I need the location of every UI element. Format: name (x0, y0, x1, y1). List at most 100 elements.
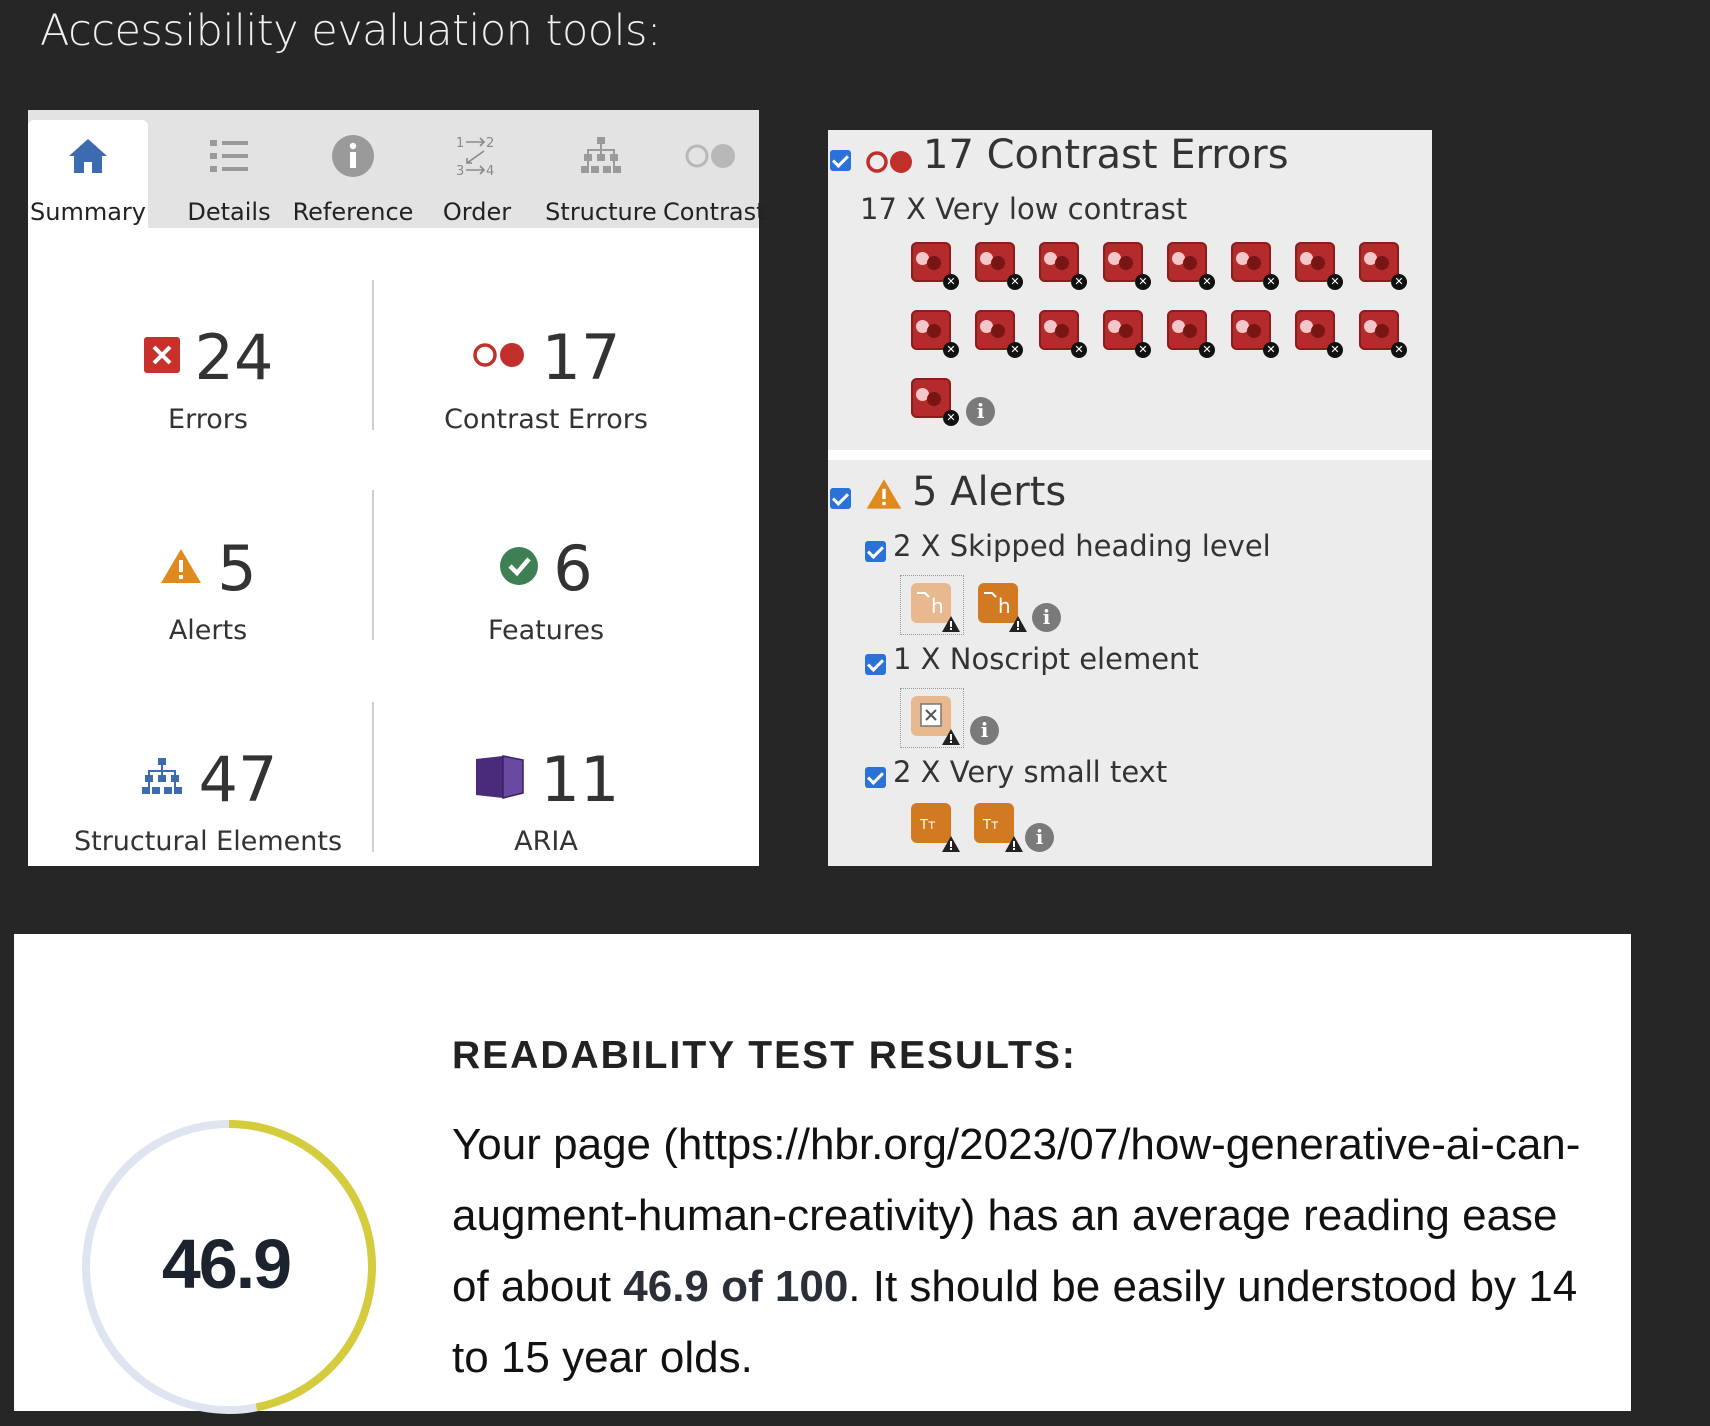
contrast-error-item-icon[interactable]: ✕ (1359, 242, 1407, 290)
contrast-error-item-icon[interactable]: ✕ (1103, 242, 1151, 290)
svg-text:2: 2 (486, 136, 494, 151)
features-label: Features (487, 615, 605, 646)
contrast-errors-count: 17 (541, 320, 621, 394)
structural-elements-count: 47 (198, 742, 278, 816)
svg-text:Tт: Tт (919, 818, 936, 833)
small-text-label: 2 X Very small text (893, 755, 1168, 789)
alert-icon (865, 476, 903, 516)
list-icon (167, 134, 291, 178)
home-icon (28, 134, 148, 178)
svg-text:3: 3 (456, 164, 464, 179)
alert-icon (159, 547, 203, 589)
tab-contrast[interactable]: Contrast (663, 120, 766, 228)
skipped-heading-label: 2 X Skipped heading level (893, 529, 1271, 563)
skipped-heading-icon[interactable]: h (978, 583, 1027, 632)
skipped-heading-icon[interactable]: h (911, 583, 960, 632)
score-bold: 46.9 of 100 (623, 1262, 849, 1311)
contrast-error-icon (472, 340, 528, 374)
tab-details[interactable]: Details (167, 120, 291, 228)
error-icon (143, 336, 181, 378)
score-value: 46.9 (161, 1225, 292, 1303)
contrast-error-item-icon[interactable]: ✕ (1295, 310, 1343, 358)
contrast-error-item-icon[interactable]: ✕ (1103, 310, 1151, 358)
readability-panel: 46.9 READABILITY TEST RESULTS: Your page… (14, 934, 1631, 1414)
structural-elements-stat[interactable]: 47 Structural Elements (58, 742, 358, 858)
svg-text:1: 1 (456, 136, 464, 151)
aria-label: ARIA (514, 826, 578, 857)
structural-elements-label: Structural Elements (73, 826, 343, 857)
order-icon: 1 2 3 4 (415, 134, 539, 179)
tab-label: Details (187, 198, 271, 226)
divider (372, 702, 374, 852)
contrast-error-item-icon[interactable]: ✕ (1231, 242, 1279, 290)
structure-icon (539, 134, 663, 178)
info-icon[interactable]: i (970, 716, 999, 745)
contrast-error-item-icon[interactable]: ✕ (1359, 310, 1407, 358)
small-text-checkbox[interactable] (865, 767, 886, 788)
wave-summary-panel: Summary Details Reference 1 2 3 4 Order Str… (28, 110, 766, 866)
noscript-checkbox[interactable] (865, 654, 886, 675)
contrast-icon (663, 134, 759, 178)
svg-text:Tт: Tт (982, 818, 999, 833)
page-title: Accessibility evaluation tools: (40, 6, 661, 56)
small-text-icon[interactable]: Tт (911, 803, 960, 852)
structure-icon (139, 757, 185, 801)
features-count: 6 (553, 531, 593, 605)
aria-count: 11 (540, 742, 620, 816)
info-icon[interactable]: i (1032, 603, 1061, 632)
alerts-stat[interactable]: 5 Alerts (58, 531, 358, 646)
tab-label: Order (442, 198, 512, 226)
contrast-error-item-icon[interactable]: ✕ (911, 242, 959, 290)
contrast-errors-heading: 17 Contrast Errors (923, 132, 1289, 178)
small-text-icon[interactable]: Tт (974, 803, 1023, 852)
contrast-error-item-icon[interactable]: ✕ (975, 242, 1023, 290)
contrast-error-icon (865, 148, 915, 180)
tab-label: Reference (292, 198, 414, 226)
errors-label: Errors (168, 404, 248, 435)
readability-heading: READABILITY TEST RESULTS: (452, 1034, 1077, 1077)
tab-label: Structure (545, 198, 657, 226)
info-icon[interactable]: i (966, 397, 995, 426)
alerts-heading: 5 Alerts (912, 469, 1067, 515)
alerts-checkbox[interactable] (830, 488, 851, 509)
readability-body: Your page (https://hbr.org/2023/07/how-g… (452, 1109, 1602, 1393)
wave-details-panel: 17 Contrast Errors 17 X Very low contras… (828, 130, 1432, 866)
noscript-icon[interactable] (911, 696, 960, 745)
skipped-heading-checkbox[interactable] (865, 541, 886, 562)
contrast-error-item-icon[interactable]: ✕ (1167, 310, 1215, 358)
contrast-error-item-icon[interactable]: ✕ (911, 378, 959, 426)
tab-order[interactable]: 1 2 3 4 Order (415, 120, 539, 228)
errors-stat[interactable]: 24 Errors (58, 320, 358, 435)
errors-count: 24 (194, 320, 274, 394)
contrast-error-item-icon[interactable]: ✕ (1039, 242, 1087, 290)
feature-check-icon (499, 546, 539, 590)
aria-icon (473, 753, 527, 805)
section-divider (828, 450, 1432, 460)
info-icon (291, 134, 415, 178)
noscript-label: 1 X Noscript element (893, 642, 1199, 676)
tab-structure[interactable]: Structure (539, 120, 663, 228)
contrast-error-item-icon[interactable]: ✕ (1295, 242, 1343, 290)
contrast-errors-stat[interactable]: 17 Contrast Errors (396, 320, 696, 436)
contrast-error-item-icon[interactable]: ✕ (911, 310, 959, 358)
contrast-error-item-icon[interactable]: ✕ (1039, 310, 1087, 358)
alerts-label: Alerts (168, 615, 248, 646)
tab-reference[interactable]: Reference (291, 120, 415, 228)
features-stat[interactable]: 6 Features (396, 531, 696, 647)
contrast-error-item-icon[interactable]: ✕ (975, 310, 1023, 358)
contrast-item-label: 17 X Very low contrast (860, 192, 1188, 226)
aria-stat[interactable]: 11 ARIA (396, 742, 696, 857)
tab-label: Summary (30, 198, 146, 226)
contrast-errors-label: Contrast Errors (444, 404, 648, 435)
alerts-count: 5 (217, 531, 257, 605)
divider (372, 280, 374, 430)
info-icon[interactable]: i (1025, 823, 1054, 852)
divider (372, 490, 374, 640)
tab-label: Contrast (663, 198, 766, 226)
tab-bar: Summary Details Reference 1 2 3 4 Order Str… (28, 110, 766, 228)
contrast-error-item-icon[interactable]: ✕ (1231, 310, 1279, 358)
svg-text:4: 4 (486, 164, 494, 179)
contrast-errors-checkbox[interactable] (830, 150, 851, 171)
contrast-error-item-icon[interactable]: ✕ (1167, 242, 1215, 290)
tab-summary[interactable]: Summary (28, 120, 148, 228)
